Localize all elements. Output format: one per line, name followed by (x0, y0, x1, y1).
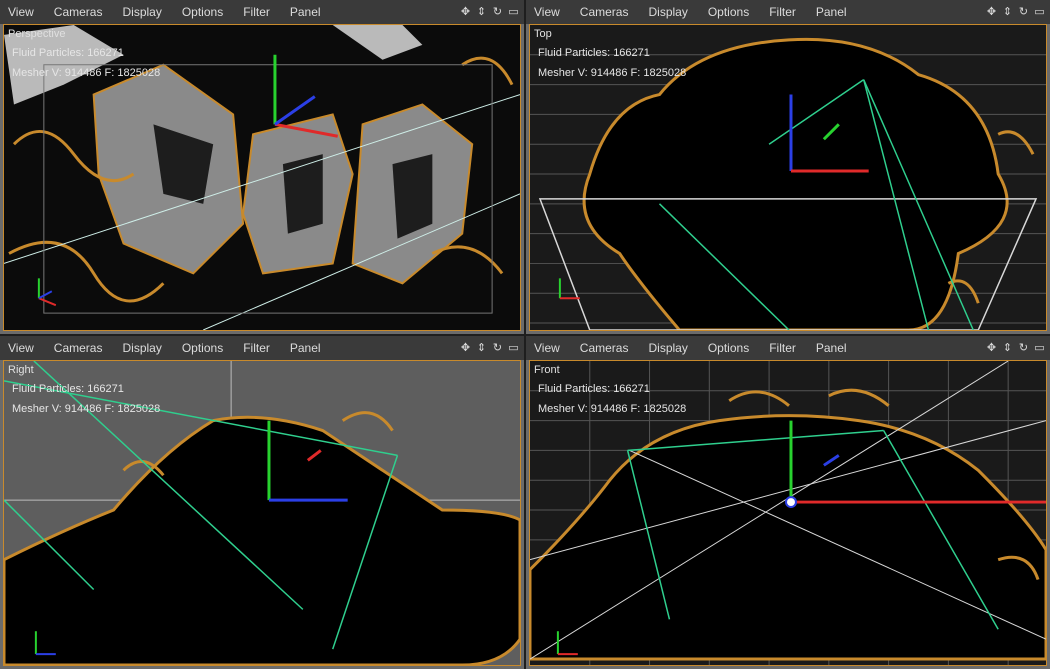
stats-overlay: Fluid Particles: 166271 Mesher V: 914486… (538, 379, 686, 419)
viewport-nav-icons: ✥ ⇕ ↻ ▭ (459, 6, 524, 19)
menu-options[interactable]: Options (172, 341, 233, 355)
menu-filter[interactable]: Filter (759, 341, 806, 355)
menu-panel[interactable]: Panel (280, 5, 331, 19)
menu-view[interactable]: View (0, 5, 44, 19)
menu-cameras[interactable]: Cameras (44, 341, 113, 355)
viewport-top[interactable]: View Cameras Display Options Filter Pane… (526, 0, 1050, 334)
menu-display[interactable]: Display (112, 5, 171, 19)
particle-count: Fluid Particles: 166271 (538, 383, 650, 395)
menu-filter[interactable]: Filter (233, 341, 280, 355)
mesher-stats: Mesher V: 914486 F: 1825028 (12, 403, 161, 415)
stats-overlay: Fluid Particles: 166271 Mesher V: 914486… (12, 43, 160, 83)
menu-panel[interactable]: Panel (806, 341, 857, 355)
stats-overlay: Fluid Particles: 166271 Mesher V: 914486… (538, 43, 686, 83)
move-icon[interactable]: ✥ (985, 6, 998, 19)
viewport-nav-icons: ✥ ⇕ ↻ ▭ (459, 342, 524, 355)
viewport-menubar: View Cameras Display Options Filter Pane… (0, 0, 524, 24)
menu-panel[interactable]: Panel (280, 341, 331, 355)
mesher-stats: Mesher V: 914486 F: 1825028 (12, 67, 161, 79)
move-icon[interactable]: ✥ (985, 342, 998, 355)
zoom-icon[interactable]: ⇕ (475, 6, 488, 19)
menu-options[interactable]: Options (698, 5, 759, 19)
menu-options[interactable]: Options (172, 5, 233, 19)
viewport-right[interactable]: View Cameras Display Options Filter Pane… (0, 336, 524, 669)
particle-count: Fluid Particles: 166271 (538, 47, 650, 59)
viewport-label: Front (534, 364, 560, 376)
menu-display[interactable]: Display (638, 5, 697, 19)
mesher-stats: Mesher V: 914486 F: 1825028 (538, 403, 687, 415)
zoom-icon[interactable]: ⇕ (1001, 6, 1014, 19)
viewport-canvas[interactable]: Top Fluid Particles: 166271 Mesher V: 91… (529, 24, 1047, 331)
viewport-canvas[interactable]: Right Fluid Particles: 166271 Mesher V: … (3, 360, 521, 666)
toggle-layout-icon[interactable]: ▭ (1033, 6, 1046, 19)
menu-display[interactable]: Display (112, 341, 171, 355)
menu-view[interactable]: View (0, 341, 44, 355)
move-icon[interactable]: ✥ (459, 342, 472, 355)
rotate-icon[interactable]: ↻ (1017, 6, 1030, 19)
toggle-layout-icon[interactable]: ▭ (1033, 342, 1046, 355)
menu-panel[interactable]: Panel (806, 5, 857, 19)
viewport-label: Perspective (8, 28, 66, 40)
viewport-nav-icons: ✥ ⇕ ↻ ▭ (985, 6, 1050, 19)
menu-cameras[interactable]: Cameras (570, 5, 639, 19)
menu-cameras[interactable]: Cameras (570, 341, 639, 355)
viewport-label: Top (534, 28, 552, 40)
toggle-layout-icon[interactable]: ▭ (507, 6, 520, 19)
viewport-menubar: View Cameras Display Options Filter Pane… (526, 0, 1050, 24)
menu-cameras[interactable]: Cameras (44, 5, 113, 19)
viewport-menubar: View Cameras Display Options Filter Pane… (0, 336, 524, 360)
menu-options[interactable]: Options (698, 341, 759, 355)
particle-count: Fluid Particles: 166271 (12, 383, 124, 395)
particle-count: Fluid Particles: 166271 (12, 47, 124, 59)
menu-view[interactable]: View (526, 5, 570, 19)
viewport-front[interactable]: View Cameras Display Options Filter Pane… (526, 336, 1050, 669)
menu-view[interactable]: View (526, 341, 570, 355)
viewport-canvas[interactable]: Front Fluid Particles: 166271 Mesher V: … (529, 360, 1047, 666)
viewport-nav-icons: ✥ ⇕ ↻ ▭ (985, 342, 1050, 355)
menu-display[interactable]: Display (638, 341, 697, 355)
menu-filter[interactable]: Filter (233, 5, 280, 19)
viewport-canvas[interactable]: Perspective Fluid Particles: 166271 Mesh… (3, 24, 521, 331)
viewport-perspective[interactable]: View Cameras Display Options Filter Pane… (0, 0, 524, 334)
zoom-icon[interactable]: ⇕ (475, 342, 488, 355)
move-icon[interactable]: ✥ (459, 6, 472, 19)
rotate-icon[interactable]: ↻ (491, 342, 504, 355)
viewport-menubar: View Cameras Display Options Filter Pane… (526, 336, 1050, 360)
stats-overlay: Fluid Particles: 166271 Mesher V: 914486… (12, 379, 160, 419)
toggle-layout-icon[interactable]: ▭ (507, 342, 520, 355)
zoom-icon[interactable]: ⇕ (1001, 342, 1014, 355)
menu-filter[interactable]: Filter (759, 5, 806, 19)
rotate-icon[interactable]: ↻ (1017, 342, 1030, 355)
rotate-icon[interactable]: ↻ (491, 6, 504, 19)
viewport-label: Right (8, 364, 34, 376)
mesher-stats: Mesher V: 914486 F: 1825028 (538, 67, 687, 79)
